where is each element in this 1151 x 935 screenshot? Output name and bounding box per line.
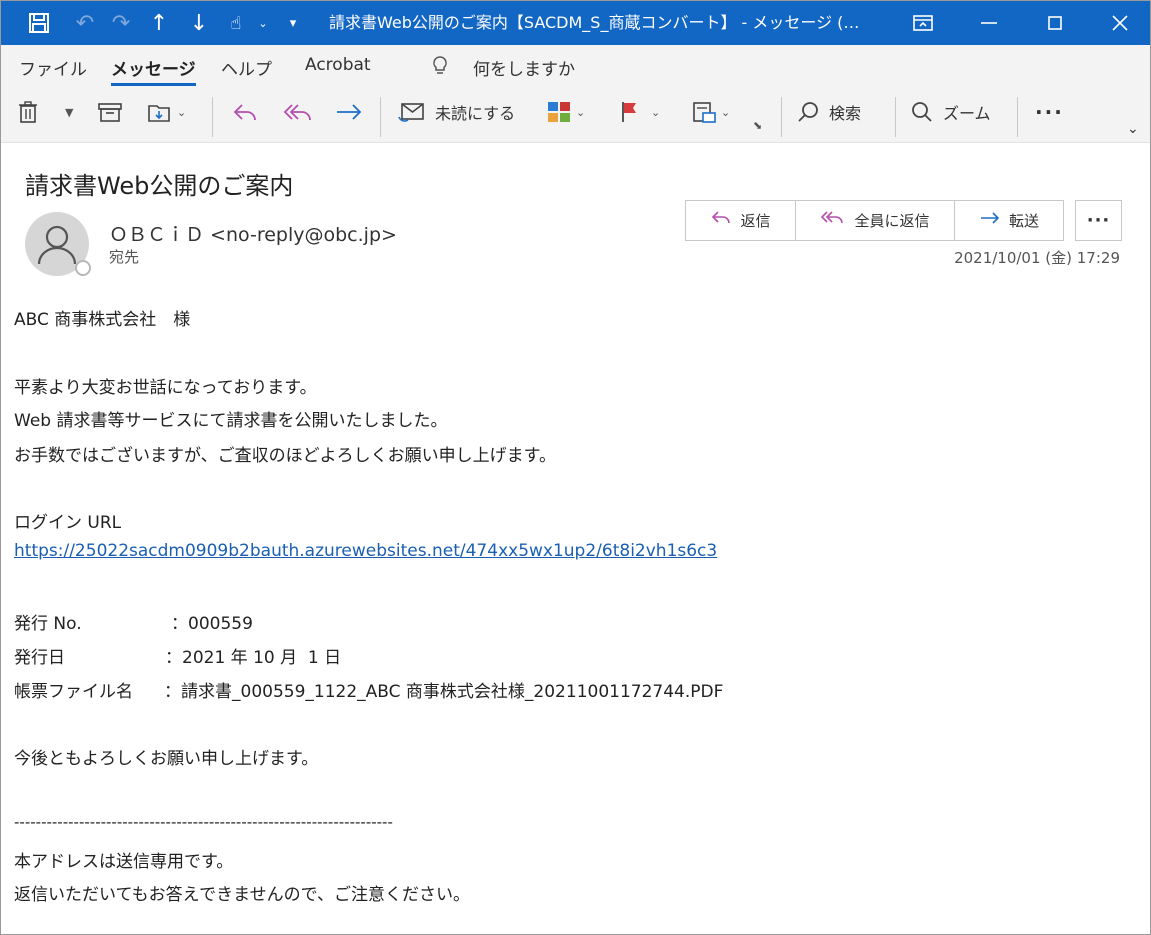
forward-button[interactable]: [335, 95, 363, 129]
follow-up-button[interactable]: ⌄: [619, 95, 660, 129]
toolbar-separator: [380, 97, 381, 137]
note-line: 本アドレスは送信専用です。: [14, 852, 234, 872]
divider-line: ----------------------------------------…: [14, 813, 393, 831]
tags-button[interactable]: ⌄: [691, 95, 730, 129]
presence-status-icon: [75, 260, 91, 276]
flag-icon: [619, 100, 641, 124]
move-to-folder-icon: [147, 101, 173, 123]
file-name-value: ：請求書_000559_1122_ABC 商事株式会社様_20211001172…: [164, 682, 724, 702]
chevron-down-icon: ⌄: [651, 105, 661, 119]
categorize-button[interactable]: ⌄: [546, 95, 585, 129]
search-label: 検索: [829, 104, 862, 123]
ribbon: ファイル メッセージ ヘルプ Acrobat 何をしますか ▼ ⌄ 未読にする …: [1, 45, 1150, 143]
tab-file[interactable]: ファイル: [19, 55, 87, 80]
issue-no-value: ：000559: [171, 614, 253, 634]
move-button[interactable]: ⌄: [147, 95, 186, 129]
reply-all-button[interactable]: [283, 95, 313, 129]
mark-unread-label: 未読にする: [435, 104, 516, 123]
categorize-icon: [546, 100, 572, 124]
previous-item-icon[interactable]: ↑: [141, 1, 177, 45]
delete-button[interactable]: [17, 95, 39, 129]
salutation: ABC 商事株式会社 様: [14, 310, 191, 330]
tell-me-search[interactable]: 何をしますか: [473, 55, 575, 80]
search-button[interactable]: 検索: [797, 95, 861, 129]
tab-acrobat[interactable]: Acrobat: [305, 55, 371, 75]
delete-dropdown[interactable]: ▼: [61, 95, 73, 129]
issue-date-value: ：2021 年 10 月 1 日: [165, 648, 342, 668]
toolbar-separator: [1017, 97, 1018, 137]
note-line: 返信いただいてもお答えできませんので、ご注意ください。: [14, 885, 470, 905]
reply-all-icon: [283, 101, 313, 123]
customize-qat-icon[interactable]: ▾: [281, 1, 305, 45]
archive-button[interactable]: [97, 95, 123, 129]
header-reply-all-button[interactable]: 全員に返信: [796, 201, 955, 240]
archive-icon: [97, 101, 123, 123]
file-name-label: 帳票ファイル名: [14, 682, 133, 702]
outlook-message-window: ↶ ↷ ↑ ↓ ☝ ⌄ ▾ 請求書Web公開のご案内【SACDM_S_商蔵コンバ…: [0, 0, 1151, 935]
mark-unread-button[interactable]: 未読にする: [397, 95, 515, 129]
more-actions-button[interactable]: ···: [1075, 200, 1122, 241]
chevron-down-icon: ⌄: [721, 105, 731, 119]
dialog-launcher-icon[interactable]: ⬊: [753, 117, 762, 133]
reply-label: 返信: [740, 212, 771, 230]
tags-icon: [691, 100, 717, 124]
chevron-down-icon: ⌄: [576, 105, 586, 119]
touch-mode-chevron-icon[interactable]: ⌄: [251, 1, 275, 45]
closing-line: 今後ともよろしくお願い申し上げます。: [14, 749, 319, 769]
header-forward-button[interactable]: 転送: [955, 201, 1063, 240]
maximize-icon[interactable]: [1025, 1, 1085, 45]
header-reply-button[interactable]: 返信: [686, 201, 796, 240]
restore-ribbon-icon[interactable]: [893, 1, 953, 45]
touch-mode-icon[interactable]: ☝: [221, 1, 251, 45]
tab-message[interactable]: メッセージ: [111, 55, 196, 86]
toolbar-separator: [212, 97, 213, 137]
forward-icon: [335, 101, 363, 123]
login-url-link[interactable]: https://25022sacdm0909b2bauth.azurewebsi…: [14, 541, 717, 561]
window-title: 請求書Web公開のご案内【SACDM_S_商蔵コンバート】 - メッセージ (…: [329, 13, 860, 32]
message-subject: 請求書Web公開のご案内: [25, 172, 294, 200]
next-item-icon[interactable]: ↓: [181, 1, 217, 45]
undo-icon[interactable]: ↶: [65, 1, 105, 45]
title-bar: ↶ ↷ ↑ ↓ ☝ ⌄ ▾ 請求書Web公開のご案内【SACDM_S_商蔵コンバ…: [1, 1, 1150, 45]
more-commands-icon[interactable]: ···: [1035, 95, 1064, 129]
forward-label: 転送: [1008, 212, 1039, 230]
sender-name[interactable]: ＯＢＣｉＤ <no-reply@obc.jp>: [109, 220, 397, 247]
issue-date-label: 発行日: [14, 648, 65, 668]
expand-ribbon-chevron-icon[interactable]: ⌄: [1127, 121, 1139, 137]
issue-no-label: 発行 No.: [14, 614, 82, 634]
lightbulb-icon: [431, 55, 449, 82]
search-icon: [797, 101, 819, 123]
reply-icon: [710, 209, 732, 232]
zoom-button[interactable]: ズーム: [911, 95, 991, 129]
redo-icon[interactable]: ↷: [101, 1, 141, 45]
trash-icon: [17, 100, 39, 124]
zoom-icon: [911, 101, 933, 123]
forward-icon: [979, 209, 1001, 232]
recipient-label: 宛先: [109, 248, 140, 266]
chevron-down-icon: ⌄: [177, 105, 187, 119]
body-line: 平素より大変お世話になっております。: [14, 378, 317, 398]
save-icon[interactable]: [19, 1, 59, 45]
toolbar-separator: [781, 97, 782, 137]
zoom-label: ズーム: [943, 104, 991, 123]
reply-icon: [231, 101, 259, 123]
received-date: 2021/10/01 (金) 17:29: [954, 249, 1120, 267]
minimize-icon[interactable]: [959, 1, 1019, 45]
body-line: お手数ではございますが、ご査収のほどよろしくお願い申し上げます。: [14, 446, 556, 466]
tab-help[interactable]: ヘルプ: [221, 55, 272, 80]
reply-button[interactable]: [231, 95, 259, 129]
login-url-label: ログイン URL: [14, 513, 122, 533]
message-actions: 返信 全員に返信 転送: [685, 200, 1064, 241]
close-icon[interactable]: [1090, 1, 1150, 45]
body-line: Web 請求書等サービスにて請求書を公開いたしました。: [14, 411, 448, 431]
reply-all-label: 全員に返信: [854, 212, 930, 230]
reply-all-icon: [820, 209, 846, 232]
chevron-down-icon: ▼: [65, 105, 74, 119]
toolbar-separator: [895, 97, 896, 137]
envelope-icon: [397, 101, 425, 123]
